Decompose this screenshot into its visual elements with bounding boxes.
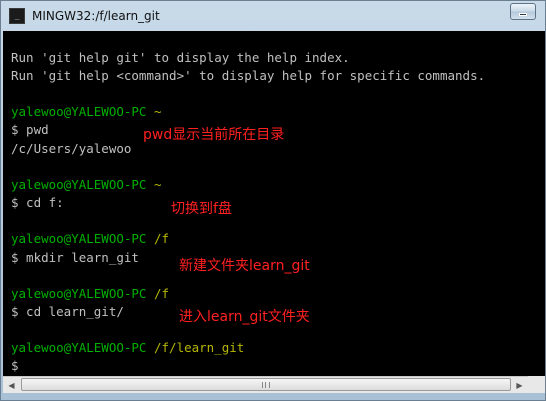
- command-line: $ cd f:: [11, 195, 64, 210]
- terminal-app-icon[interactable]: _: [9, 8, 25, 24]
- annotation-note: 切换到f盘: [171, 201, 232, 217]
- annotation-note: 进入learn_git文件夹: [179, 309, 310, 325]
- prompt-user: yalewoo@YALEWOO-PC: [11, 231, 147, 246]
- scroll-right-icon[interactable]: ▶: [511, 377, 528, 393]
- command-line: $: [11, 358, 19, 373]
- prompt-user: yalewoo@YALEWOO-PC: [11, 286, 147, 301]
- command-line: $ mkdir learn_git: [11, 250, 139, 265]
- horizontal-scrollbar[interactable]: ◀ ▶: [3, 376, 528, 393]
- help-line-1: Run 'git help git' to display the help i…: [11, 50, 350, 65]
- prompt-user: yalewoo@YALEWOO-PC: [11, 340, 147, 355]
- prompt-line: yalewoo@YALEWOO-PC ~: [11, 177, 162, 193]
- prompt-path: /f: [154, 231, 170, 246]
- scroll-thumb[interactable]: [21, 378, 511, 391]
- help-line-2: Run 'git help <command>' to display help…: [11, 68, 486, 83]
- command-line: $ cd learn_git/: [11, 304, 124, 319]
- annotation-note: 新建文件夹learn_git: [179, 258, 310, 274]
- minimize-button[interactable]: [510, 3, 536, 20]
- prompt-user: yalewoo@YALEWOO-PC: [11, 104, 147, 119]
- prompt-path: ~: [154, 177, 162, 192]
- command-line: $ pwd: [11, 122, 49, 137]
- prompt-user: yalewoo@YALEWOO-PC: [11, 177, 147, 192]
- terminal-output-area[interactable]: Run 'git help git' to display the help i…: [3, 31, 545, 376]
- prompt-path: /f: [154, 286, 170, 301]
- command-output: /c/Users/yalewoo: [11, 141, 132, 156]
- prompt-line: yalewoo@YALEWOO-PC /f: [11, 286, 169, 302]
- grip-icon: [262, 382, 270, 388]
- scroll-left-icon[interactable]: ◀: [3, 377, 20, 393]
- window-title: MINGW32:/f/learn_git: [32, 9, 160, 23]
- scrollbar-corner: [528, 376, 545, 393]
- annotation-note: pwd显示当前所在目录: [143, 127, 285, 143]
- title-bar[interactable]: _ MINGW32:/f/learn_git: [1, 1, 545, 31]
- app-icon-glyph: _: [14, 11, 20, 20]
- terminal-window: _ MINGW32:/f/learn_git Run 'git help git…: [0, 0, 546, 401]
- prompt-path: ~: [154, 104, 162, 119]
- prompt-path: /f/learn_git: [154, 340, 245, 355]
- prompt-line: yalewoo@YALEWOO-PC /f: [11, 231, 169, 247]
- prompt-line: yalewoo@YALEWOO-PC ~: [11, 104, 162, 120]
- prompt-line: yalewoo@YALEWOO-PC /f/learn_git: [11, 340, 244, 356]
